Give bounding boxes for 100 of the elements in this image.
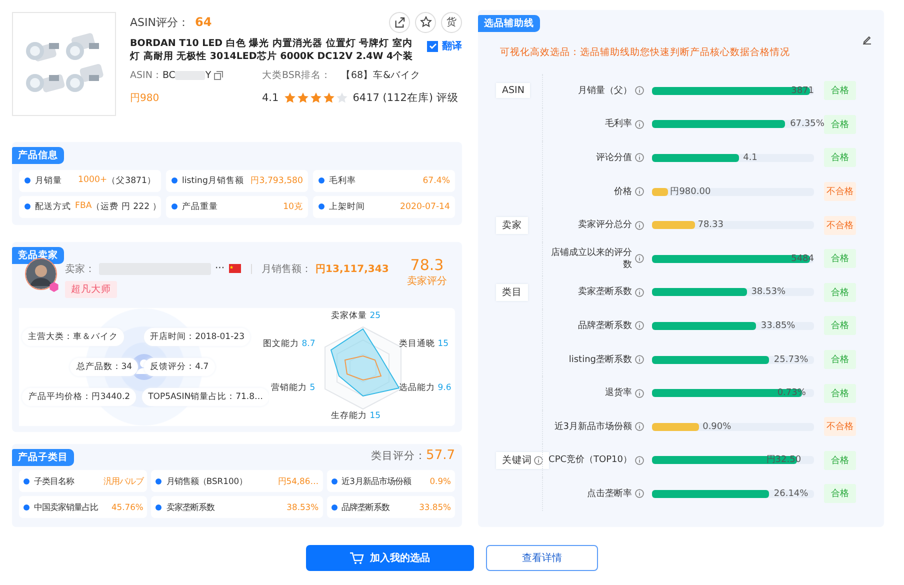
info-icon [635,489,644,498]
info-label: 子类目名称 [34,476,74,486]
check-icon [428,42,436,50]
edit-icon[interactable] [862,35,872,45]
metric-value: 33.85% [760,320,796,332]
bsr-label: 大类BSR排名： [262,69,331,82]
dot-icon [24,203,31,210]
details-button[interactable]: 查看详情 [486,545,598,571]
dot-icon [155,504,162,510]
section-tag: 产品信息 [12,146,64,164]
status-tag: 不合格 [824,417,856,436]
metric-value: 38.53% [751,286,786,298]
info-icon [635,153,644,162]
price: 円980 [130,92,160,105]
asin-label: ASIN： [130,69,162,82]
info-icon [635,254,644,264]
metric-label: 品牌垄断系数 [578,320,632,332]
section-tag: 竞品卖家 [12,246,64,264]
status-tag: 不合格 [824,216,856,235]
info-icon [635,187,644,196]
rank-tag: 超凡大师 [65,280,117,298]
asin-score-label: ASIN评分： [130,14,189,30]
metric-label: 卖家评分总分 [578,219,632,232]
section-tag: 选品辅助线 [478,15,540,32]
asin-score: 64 [194,15,212,29]
metric-value: 円980.00 [670,186,711,198]
info-value: 33.85% [419,502,451,512]
info-label: 中国卖家销量占比 [34,502,98,512]
star-icon [322,92,335,104]
info-label: 月销售额（BSR100） [166,476,248,486]
status-tag: 不合格 [824,182,856,202]
dot-icon [23,504,30,510]
radar-label: 卖家体量 25 [331,310,381,322]
metric-label: 退货率 [605,387,632,400]
status-tag: 合格 [824,249,856,268]
info-label: 上架时间 [329,200,365,213]
metric-value: 67.35% [790,118,824,130]
group-label: 类目 [496,284,528,301]
status-tag: 合格 [824,484,856,504]
dot-icon [318,203,325,210]
info-label: 配送方式 [35,200,71,213]
info-value: 45.76% [111,502,144,512]
info-icon [635,321,644,330]
info-extra: （运费 円 222 ） [92,200,162,213]
favorite-button[interactable] [415,12,436,32]
seller-label: 卖家： [65,262,95,276]
info-value: FBA [75,200,92,213]
info-value: 汎用バルブ [103,476,144,486]
share-button[interactable] [389,12,410,32]
info-icon [635,86,644,96]
dot-icon [155,478,162,484]
info-label: listing月销售额 [182,174,244,187]
rating: 4.1 [262,92,279,104]
radar-label: 图文能力 8.7 [263,338,316,350]
add-button[interactable]: 加入我的选品 [306,545,474,571]
info-label: 产品重量 [182,200,218,213]
stat-pill: 反馈评分：4.7 [144,358,215,376]
info-value: 10克 [283,200,303,213]
metric-value: 4.1 [743,152,758,164]
status-tag: 合格 [824,316,856,336]
radar-label: 选品能力 9.6 [399,382,452,394]
asin-end: Y [205,70,212,81]
radar-label: 生存能力 15 [331,410,381,422]
info-icon [635,120,644,129]
info-icon [635,288,644,297]
metric-label: 点击垄断率 [587,488,632,500]
asin-start: BC [162,70,176,81]
bsr-value: 【68】车&バイク [340,69,420,82]
star-icon [284,92,296,104]
metric-label: CPC竞价（TOP10） [548,454,632,466]
group-label: 关键词 [496,452,549,469]
info-value: 2020-07-14 [400,202,450,212]
metric-label: 评论分值 [596,152,632,164]
metric-label: 近3月新品市场份额 [554,420,632,433]
share-icon [394,16,405,28]
stat-pill: 总产品数：34 [70,358,138,376]
radar-label: 类目通晓 15 [399,338,449,350]
dot-icon [330,478,338,484]
copy-icon[interactable] [214,71,224,80]
dot-icon [330,504,338,510]
sales-label: 月销售额： [262,262,312,276]
info-icon [635,456,644,465]
guide-subtitle: 可视化高效选品：选品辅助线助您快速判断产品核心数据合格情况 [500,46,791,59]
metric-value: 78.33 [698,219,724,232]
info-icon [635,220,644,230]
metric-value: 0.90% [702,420,732,433]
flag-icon [228,264,241,274]
dot-icon [23,478,30,484]
metric-label: listing垄断系数 [568,354,632,366]
info-label: 卖家垄断系数 [166,502,214,512]
goods-button[interactable]: 货 [441,12,462,32]
info-icon [635,355,644,364]
translate-checkbox[interactable]: 翻译 [427,39,462,53]
status-tag: 合格 [824,282,856,302]
status-tag: 合格 [824,148,856,168]
metric-label: 月销量（父） [578,84,632,97]
info-icon [534,456,543,465]
stat-pill: 开店时间：2018-01-23 [144,328,250,346]
info-icon [635,422,644,432]
category-score: 57.7 [426,448,455,463]
